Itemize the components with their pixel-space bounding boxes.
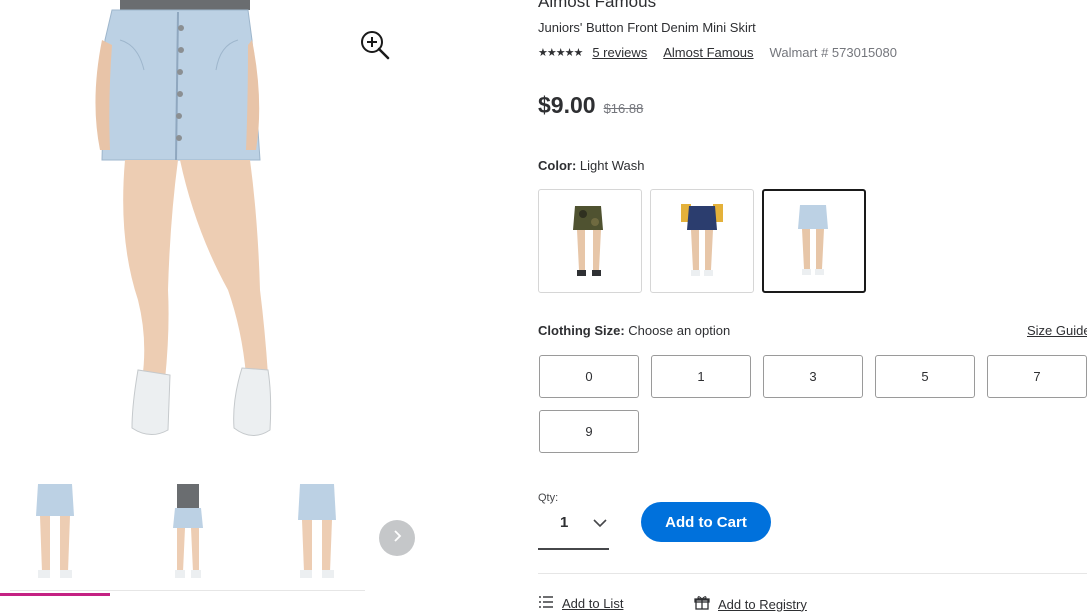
brand-link[interactable]: Almost Famous [663, 45, 753, 60]
price-row: $9.00 $16.88 [538, 92, 643, 119]
walmart-number: Walmart # 573015080 [769, 45, 897, 60]
gift-icon [694, 595, 710, 613]
size-option-0[interactable]: 0 [539, 355, 639, 398]
thumbnail-strip [0, 470, 372, 596]
add-to-list-button[interactable]: Add to List [538, 595, 623, 612]
size-label: Clothing Size: Choose an option [538, 323, 730, 338]
color-swatch-light-wash[interactable] [762, 189, 866, 293]
qty-label: Qty: [538, 492, 559, 504]
zoom-button[interactable] [358, 28, 392, 62]
thumbnail-top[interactable] [133, 480, 243, 584]
size-option-1[interactable]: 1 [651, 355, 751, 398]
zoom-in-icon [358, 31, 392, 66]
list-icon [538, 595, 554, 612]
thumbnail-back[interactable] [262, 480, 372, 584]
star-rating-icon: ★★★★★ [538, 47, 583, 59]
product-title: Juniors' Button Front Denim Mini Skirt [538, 20, 756, 35]
size-guide-link[interactable]: Size Guide [1027, 323, 1087, 338]
thumbnail-divider [10, 590, 365, 591]
size-option-3[interactable]: 3 [763, 355, 863, 398]
add-to-cart-button[interactable]: Add to Cart [641, 502, 771, 542]
size-label-heading: Clothing Size: [538, 323, 625, 338]
actions-divider [538, 573, 1087, 574]
size-option-7[interactable]: 7 [987, 355, 1087, 398]
color-label: Color: Light Wash [538, 158, 644, 173]
was-price: $16.88 [603, 101, 644, 116]
add-to-registry-label: Add to Registry [718, 596, 807, 612]
color-label-heading: Color: [538, 158, 577, 173]
brand-name: Almost Famous [538, 0, 657, 11]
qty-select[interactable]: 1 [538, 507, 609, 550]
color-selected-value: Light Wash [579, 158, 645, 173]
thumbnail-front[interactable] [0, 480, 110, 596]
next-image-button[interactable] [379, 520, 415, 556]
chevron-down-icon [592, 516, 608, 534]
chevron-right-icon [390, 529, 404, 548]
add-to-registry-button[interactable]: Add to Registry [694, 595, 807, 613]
size-option-5[interactable]: 5 [875, 355, 975, 398]
qty-value: 1 [560, 514, 569, 531]
current-price: $9.00 [538, 92, 596, 118]
rating-row: ★★★★★ 5 reviews Almost Famous Walmart # … [538, 45, 897, 60]
size-option-9[interactable]: 9 [539, 410, 639, 453]
reviews-link[interactable]: 5 reviews [592, 45, 647, 60]
size-prompt: Choose an option [628, 323, 731, 338]
color-swatch-camo[interactable] [538, 189, 642, 293]
main-product-image[interactable] [20, 0, 380, 455]
color-swatch-dark-wash[interactable] [650, 189, 754, 293]
add-to-list-label: Add to List [562, 596, 624, 611]
